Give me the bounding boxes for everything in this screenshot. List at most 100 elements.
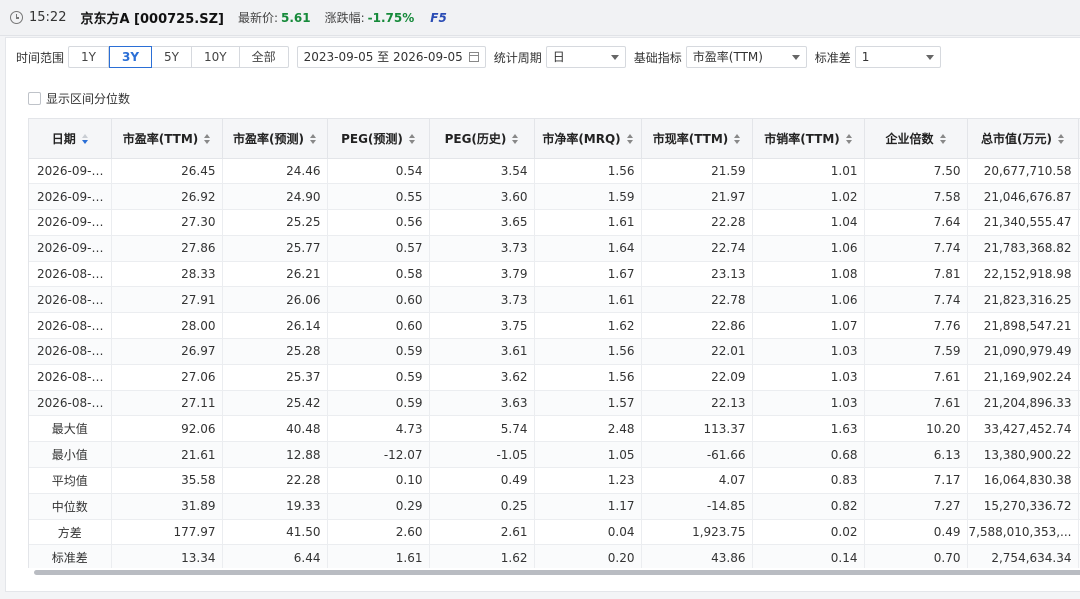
column-header[interactable]: 市销率(TTM): [752, 119, 865, 159]
column-header-label: 总市值(万元): [981, 131, 1052, 146]
show-interval-checkbox[interactable]: [28, 92, 41, 105]
table-cell: 12.88: [222, 441, 328, 469]
table-cell: 0.58: [327, 261, 430, 288]
column-header-label: 市净率(MRQ): [542, 131, 621, 146]
table-cell: 3.63: [429, 390, 535, 417]
period-select[interactable]: 日: [545, 46, 626, 68]
table-cell: 33,427,452.74: [967, 415, 1079, 443]
show-interval-toggle[interactable]: 显示区间分位数: [28, 90, 130, 107]
range-button-10y[interactable]: 10Y: [192, 47, 240, 67]
time-range-label: 时间范围: [16, 50, 65, 65]
table-row[interactable]: 2026-09-03 26.92 24.90 0.55 3.60 1.59 21.97 1.0…: [29, 183, 1080, 211]
column-header[interactable]: 市盈率(TTM): [111, 119, 223, 159]
column-header-label: 日期: [51, 131, 76, 146]
price-change: -1.75%: [367, 10, 415, 25]
column-header[interactable]: 市净率(MRQ): [534, 119, 642, 159]
range-button-5y[interactable]: 5Y: [152, 47, 192, 67]
range-button-全部[interactable]: 全部: [240, 47, 288, 67]
stddev-select[interactable]: 1: [854, 46, 941, 68]
table-cell: 0.60: [327, 286, 430, 314]
column-header[interactable]: 企业倍数: [864, 119, 968, 159]
stddev-select-value: 1: [861, 50, 870, 64]
table-cell: 7.58: [864, 183, 968, 211]
stats-row[interactable]: 最大值 92.06 40.48 4.73 5.74 2.48 113.37 1.63 10.20…: [29, 415, 1080, 443]
sort-icon[interactable]: [1057, 134, 1064, 145]
table-row[interactable]: 2026-09-01 27.86 25.77 0.57 3.73 1.64 22.74 1.0…: [29, 235, 1080, 262]
stats-row[interactable]: 标准差 13.34 6.44 1.61 1.62 0.20 43.86 0.14 0.70 2,7…: [29, 544, 1080, 568]
calendar-icon[interactable]: [468, 52, 479, 62]
sort-icon[interactable]: [734, 134, 741, 145]
table-cell: 0.29: [327, 493, 430, 520]
horizontal-scrollbar[interactable]: [34, 570, 1080, 575]
column-header-label: PEG(预测): [341, 131, 403, 146]
table-row[interactable]: 2026-08-24 27.11 25.42 0.59 3.63 1.57 22.13 1.0…: [29, 390, 1080, 417]
table-cell: 19.33: [222, 493, 328, 520]
table-cell: 25.42: [222, 390, 328, 417]
table-cell: 1,923.75: [641, 519, 753, 546]
column-header[interactable]: PEG(预测): [327, 119, 430, 159]
range-button-3y[interactable]: 3Y: [108, 46, 153, 68]
chevron-down-icon: [610, 55, 619, 60]
table-cell: 2.61: [429, 519, 535, 546]
table-cell: 27.06: [111, 364, 223, 391]
column-header[interactable]: 日期: [29, 119, 112, 159]
sort-icon[interactable]: [81, 134, 88, 145]
column-header[interactable]: 市盈率(预测): [222, 119, 328, 159]
table-cell: 26.92: [111, 183, 223, 211]
filter-toolbar: 时间范围 1Y 3Y 5Y 10Y 全部 2023-09-05 至 2026-09-05…: [6, 45, 941, 69]
column-header[interactable]: 市现率(TTM): [641, 119, 753, 159]
date-range-picker[interactable]: 2023-09-05 至 2026-09-05: [296, 46, 486, 68]
stats-row[interactable]: 中位数 31.89 19.33 0.29 0.25 1.17 -14.85 0.82 7.27 1…: [29, 493, 1080, 520]
table-cell: 3.79: [429, 261, 535, 288]
range-button-1y[interactable]: 1Y: [69, 47, 109, 67]
table-cell: 3.61: [429, 338, 535, 365]
table-cell: 3.73: [429, 235, 535, 262]
column-header-label: 市销率(TTM): [764, 131, 840, 146]
table-row[interactable]: 2026-09-04 26.45 24.46 0.54 3.54 1.56 21.59 1.0…: [29, 158, 1080, 185]
table-cell: 92.06: [111, 415, 223, 443]
column-header-label: 企业倍数: [885, 131, 934, 146]
table-cell: 27.91: [111, 286, 223, 314]
table-cell: 21.59: [641, 158, 753, 185]
table-row[interactable]: 2026-08-26 26.97 25.28 0.59 3.61 1.56 22.01 1.0…: [29, 338, 1080, 365]
stats-row[interactable]: 最小值 21.61 12.88 -12.07 -1.05 1.05 -61.66 0.68 6.…: [29, 441, 1080, 469]
sort-icon[interactable]: [939, 134, 946, 145]
column-header[interactable]: 总市值(万元): [967, 119, 1079, 159]
sort-icon[interactable]: [626, 134, 633, 145]
sort-icon[interactable]: [204, 134, 211, 145]
indicator-select-value: 市盈率(TTM): [692, 50, 763, 64]
table-cell: 23.13: [641, 261, 753, 288]
stat-name-cell: 最小值: [29, 441, 112, 469]
table-row[interactable]: 2026-08-25 27.06 25.37 0.59 3.62 1.56 22.09 1.0…: [29, 364, 1080, 391]
date-cell: 2026-09-04: [29, 158, 112, 185]
table-cell: 6.44: [222, 544, 328, 568]
table-cell: 25.28: [222, 338, 328, 365]
table-cell: 16,064,830.38: [967, 467, 1079, 494]
table-cell: 25.37: [222, 364, 328, 391]
sort-icon[interactable]: [512, 134, 519, 145]
refresh-f5-button[interactable]: F5: [430, 11, 447, 25]
sort-icon[interactable]: [408, 134, 415, 145]
stock-name: 京东方A [000725.SZ]: [80, 12, 224, 27]
table-row[interactable]: 2026-08-28 27.91 26.06 0.60 3.73 1.61 22.78 1.0…: [29, 286, 1080, 314]
table-cell: 21,898,547.21: [967, 312, 1079, 340]
table-row[interactable]: 2026-08-27 28.00 26.14 0.60 3.75 1.62 22.86 1.0…: [29, 312, 1080, 340]
table-cell: 1.03: [752, 390, 865, 417]
stats-row[interactable]: 方差 177.97 41.50 2.60 2.61 0.04 1,923.75 0.02 0.4…: [29, 519, 1080, 546]
sort-icon[interactable]: [845, 134, 852, 145]
table-cell: 0.59: [327, 390, 430, 417]
table-row[interactable]: 2026-09-02 27.30 25.25 0.56 3.65 1.61 22.28 1.0…: [29, 209, 1080, 236]
sort-icon[interactable]: [309, 134, 316, 145]
table-cell: 1.62: [429, 544, 535, 568]
table-header: 日期 市盈率(TTM) 市盈率(预测) PEG(预测) PEG(历史) 市净率(MRQ) 市…: [29, 119, 1080, 159]
indicator-select[interactable]: 市盈率(TTM): [685, 46, 807, 68]
latest-price: 5.61: [281, 10, 311, 25]
valuation-panel: 时间范围 1Y 3Y 5Y 10Y 全部 2023-09-05 至 2026-09-05…: [5, 37, 1080, 592]
table-row[interactable]: 2026-08-31 28.33 26.21 0.58 3.79 1.67 23.13 1.0…: [29, 261, 1080, 288]
chevron-down-icon: [791, 55, 800, 60]
stats-row[interactable]: 平均值 35.58 22.28 0.10 0.49 1.23 4.07 0.83 7.17 16,…: [29, 467, 1080, 494]
column-header[interactable]: PEG(历史): [429, 119, 535, 159]
table-cell: 26.21: [222, 261, 328, 288]
date-cell: 2026-08-27: [29, 312, 112, 340]
table-cell: 1.61: [534, 209, 642, 236]
